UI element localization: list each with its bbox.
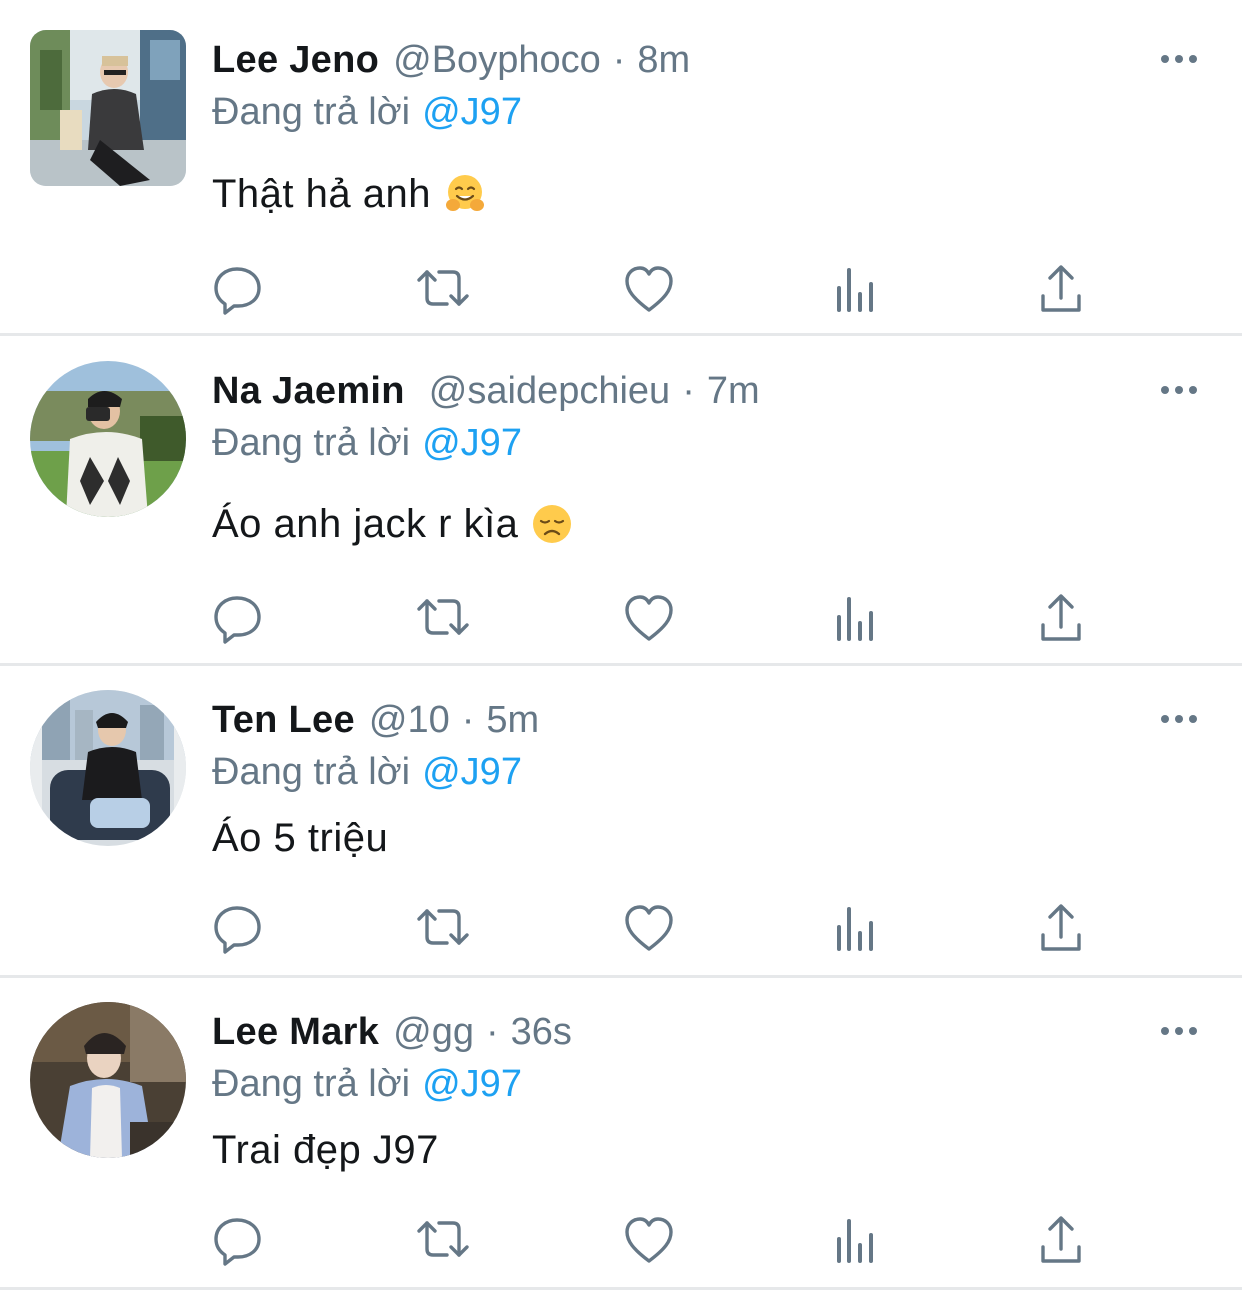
reply-icon[interactable] bbox=[208, 587, 268, 647]
tweet-actions bbox=[0, 1209, 1242, 1269]
reply-prefix: Đang trả lời bbox=[212, 91, 411, 133]
author-handle[interactable]: @gg bbox=[393, 1002, 474, 1062]
reply-icon[interactable] bbox=[208, 897, 268, 957]
reply-prefix: Đang trả lời bbox=[212, 1063, 411, 1105]
tweet-text: Trai đẹp J97 bbox=[212, 1120, 439, 1180]
reply-mention[interactable]: @J97 bbox=[422, 91, 522, 133]
tweet-header: Ten Lee @10 · 5m bbox=[212, 690, 539, 750]
share-icon[interactable] bbox=[1031, 897, 1091, 957]
avatar-photo bbox=[30, 690, 186, 846]
like-icon[interactable] bbox=[619, 897, 679, 957]
timestamp[interactable]: 7m bbox=[707, 361, 760, 421]
tweet-text-body: Áo anh jack r kìa bbox=[212, 502, 519, 546]
reply-mention[interactable]: @J97 bbox=[422, 422, 522, 464]
analytics-icon[interactable] bbox=[826, 897, 886, 957]
author-name[interactable]: Lee Jeno bbox=[212, 30, 379, 90]
timestamp[interactable]: 5m bbox=[486, 690, 539, 750]
author-name[interactable]: Lee Mark bbox=[212, 1002, 379, 1062]
divider bbox=[0, 975, 1242, 978]
tweet-text-body: Trai đẹp J97 bbox=[212, 1128, 439, 1172]
author-name[interactable]: Ten Lee bbox=[212, 690, 355, 750]
reply-context: Đang trả lời @J97 bbox=[212, 1054, 522, 1114]
tweet-header: Lee Jeno @Boyphoco · 8m bbox=[212, 30, 690, 90]
share-icon[interactable] bbox=[1031, 1209, 1091, 1269]
more-options-icon[interactable] bbox=[1158, 375, 1200, 405]
tweet-header: Lee Mark @gg · 36s bbox=[212, 1002, 572, 1062]
separator-dot: · bbox=[682, 370, 695, 412]
like-icon[interactable] bbox=[619, 1209, 679, 1269]
share-icon[interactable] bbox=[1031, 587, 1091, 647]
analytics-icon[interactable] bbox=[826, 587, 886, 647]
retweet-icon[interactable] bbox=[413, 897, 473, 957]
tweet-text: Áo anh jack r kìa bbox=[212, 494, 574, 554]
author-handle[interactable]: @10 bbox=[369, 690, 450, 750]
tweet-header: Na Jaemin @saidepchieu · 7m bbox=[212, 361, 760, 421]
reply-icon[interactable] bbox=[208, 1209, 268, 1269]
retweet-icon[interactable] bbox=[413, 1209, 473, 1269]
avatar[interactable] bbox=[30, 690, 186, 846]
hugging-face-emoji-icon bbox=[443, 172, 487, 216]
author-name[interactable]: Na Jaemin bbox=[212, 361, 405, 421]
analytics-icon[interactable] bbox=[826, 258, 886, 318]
divider bbox=[0, 333, 1242, 336]
reply-mention[interactable]: @J97 bbox=[422, 751, 522, 793]
analytics-icon[interactable] bbox=[826, 1209, 886, 1269]
tweet-text-body: Thật hả anh bbox=[212, 172, 431, 216]
reply-context: Đang trả lời @J97 bbox=[212, 413, 522, 473]
reply-context: Đang trả lời @J97 bbox=[212, 742, 522, 802]
avatar-photo bbox=[30, 1002, 186, 1158]
tweet-text-body: Áo 5 triệu bbox=[212, 816, 389, 860]
reply-prefix: Đang trả lời bbox=[212, 751, 411, 793]
divider bbox=[0, 1287, 1242, 1290]
like-icon[interactable] bbox=[619, 258, 679, 318]
disappointed-face-emoji-icon bbox=[530, 502, 574, 546]
avatar[interactable] bbox=[30, 1002, 186, 1158]
more-options-icon[interactable] bbox=[1158, 44, 1200, 74]
share-icon[interactable] bbox=[1031, 258, 1091, 318]
author-handle[interactable]: @saidepchieu bbox=[429, 361, 670, 421]
separator-dot: · bbox=[461, 699, 475, 741]
divider bbox=[0, 663, 1242, 666]
retweet-icon[interactable] bbox=[413, 258, 473, 318]
separator-dot: · bbox=[486, 1011, 499, 1053]
like-icon[interactable] bbox=[619, 587, 679, 647]
tweet-actions bbox=[0, 897, 1242, 957]
retweet-icon[interactable] bbox=[413, 587, 473, 647]
reply-icon[interactable] bbox=[208, 258, 268, 318]
avatar-photo bbox=[30, 361, 186, 517]
timestamp[interactable]: 8m bbox=[637, 30, 690, 90]
timestamp[interactable]: 36s bbox=[511, 1002, 572, 1062]
reply-mention[interactable]: @J97 bbox=[422, 1063, 522, 1105]
author-handle[interactable]: @Boyphoco bbox=[393, 30, 601, 90]
avatar-photo bbox=[30, 30, 186, 186]
tweet-text: Áo 5 triệu bbox=[212, 808, 388, 868]
more-options-icon[interactable] bbox=[1158, 1016, 1200, 1046]
reply-prefix: Đang trả lời bbox=[212, 422, 411, 464]
tweet-text: Thật hả anh bbox=[212, 164, 487, 224]
more-options-icon[interactable] bbox=[1158, 704, 1200, 734]
avatar[interactable] bbox=[30, 30, 186, 186]
avatar[interactable] bbox=[30, 361, 186, 517]
tweet-actions bbox=[0, 258, 1242, 318]
tweet-actions bbox=[0, 587, 1242, 647]
reply-context: Đang trả lời @J97 bbox=[212, 82, 522, 142]
separator-dot: · bbox=[612, 39, 626, 81]
